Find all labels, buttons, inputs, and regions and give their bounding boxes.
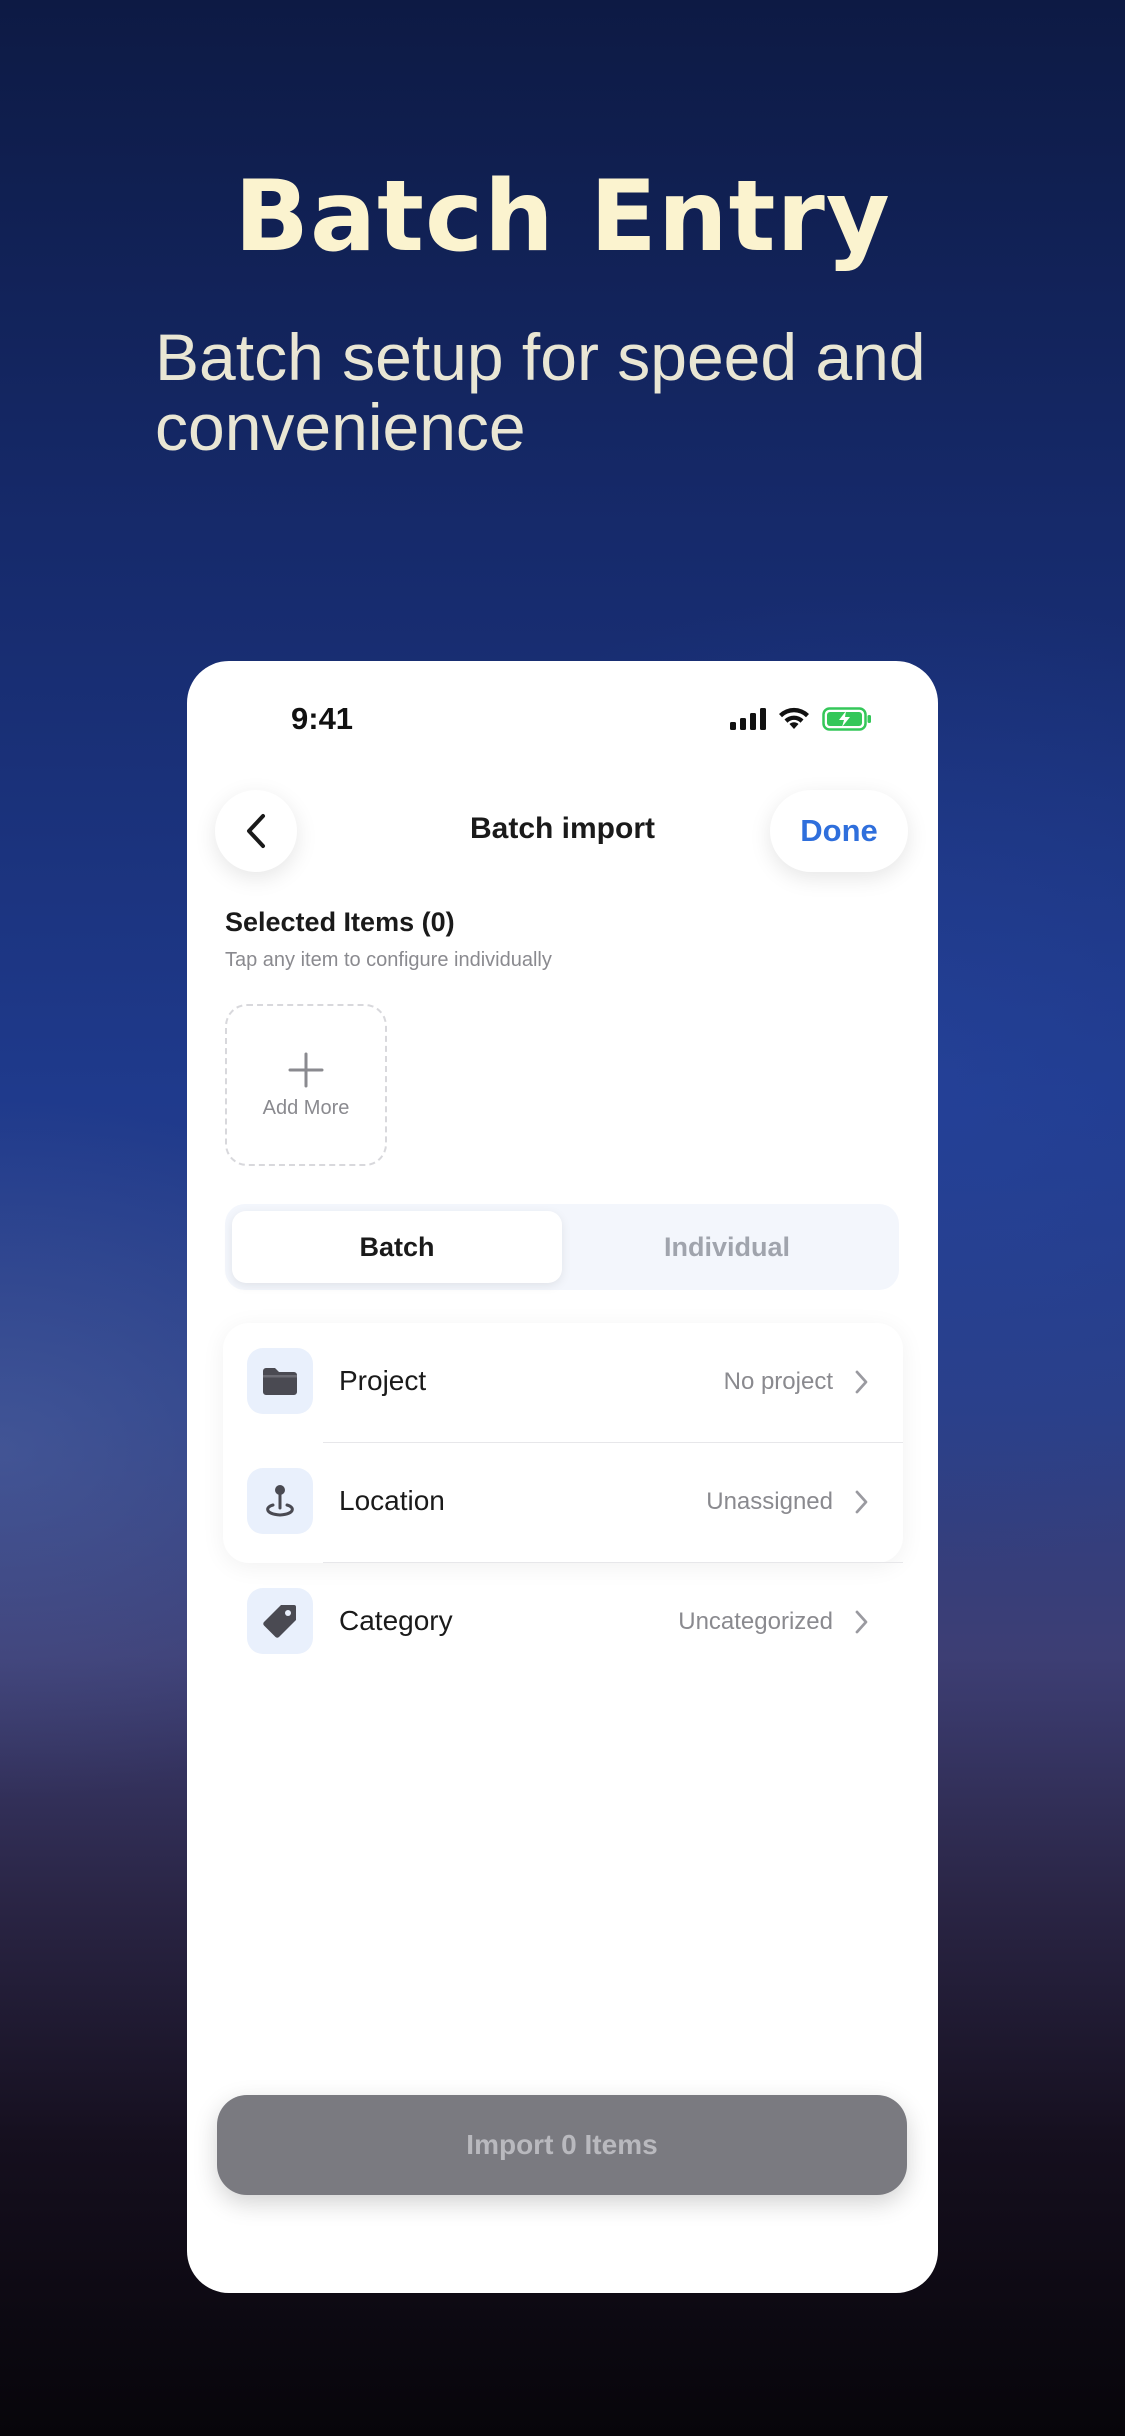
batch-settings-card: Project No project Location Unassigned C… bbox=[223, 1323, 903, 1654]
add-more-button[interactable]: Add More bbox=[225, 1004, 387, 1166]
status-icons bbox=[730, 707, 872, 731]
settings-row-location[interactable]: Location Unassigned bbox=[223, 1443, 903, 1563]
settings-row-category[interactable]: Category Uncategorized bbox=[223, 1563, 903, 1683]
import-items-button[interactable]: Import 0 Items bbox=[217, 2095, 907, 2195]
cellular-signal-icon bbox=[730, 708, 766, 730]
chevron-right-icon bbox=[855, 1370, 868, 1394]
row-label: Project bbox=[339, 1365, 427, 1396]
promo-title: Batch Entry bbox=[234, 160, 891, 274]
segment-batch[interactable]: Batch bbox=[232, 1211, 562, 1283]
add-more-label: Add More bbox=[262, 1096, 350, 1119]
row-icon-box bbox=[247, 1468, 313, 1534]
row-label: Category bbox=[339, 1605, 453, 1636]
row-icon-box bbox=[247, 1348, 313, 1414]
mode-segmented-control: Batch Individual bbox=[225, 1204, 899, 1290]
chevron-right-icon bbox=[855, 1490, 868, 1514]
status-bar: 9:41 bbox=[187, 661, 938, 781]
row-value: No project bbox=[723, 1368, 833, 1395]
chevron-right-icon bbox=[855, 1610, 868, 1634]
promo-subtitle: Batch setup for speed and convenience bbox=[155, 320, 926, 464]
selected-items-hint: Tap any item to configure individually bbox=[225, 949, 552, 971]
done-button[interactable]: Done bbox=[770, 790, 908, 872]
phone-screen: 9:41 Batch import Done Selected Items (0… bbox=[187, 661, 938, 2293]
row-icon-box bbox=[247, 1588, 313, 1654]
selected-items-title: Selected Items (0) bbox=[225, 907, 455, 937]
folder-icon bbox=[263, 1368, 297, 1395]
row-value: Unassigned bbox=[706, 1488, 833, 1515]
segment-individual[interactable]: Individual bbox=[562, 1211, 892, 1283]
battery-charging-icon bbox=[822, 707, 871, 731]
row-value: Uncategorized bbox=[678, 1608, 833, 1635]
tag-icon bbox=[263, 1605, 296, 1638]
wifi-icon bbox=[779, 707, 809, 729]
plus-icon bbox=[288, 1052, 324, 1087]
row-label: Location bbox=[339, 1485, 445, 1516]
nav-bar: Batch import Done bbox=[187, 776, 938, 886]
status-time: 9:41 bbox=[291, 701, 354, 736]
settings-row-project[interactable]: Project No project bbox=[223, 1323, 903, 1443]
location-pin-icon bbox=[266, 1485, 294, 1517]
